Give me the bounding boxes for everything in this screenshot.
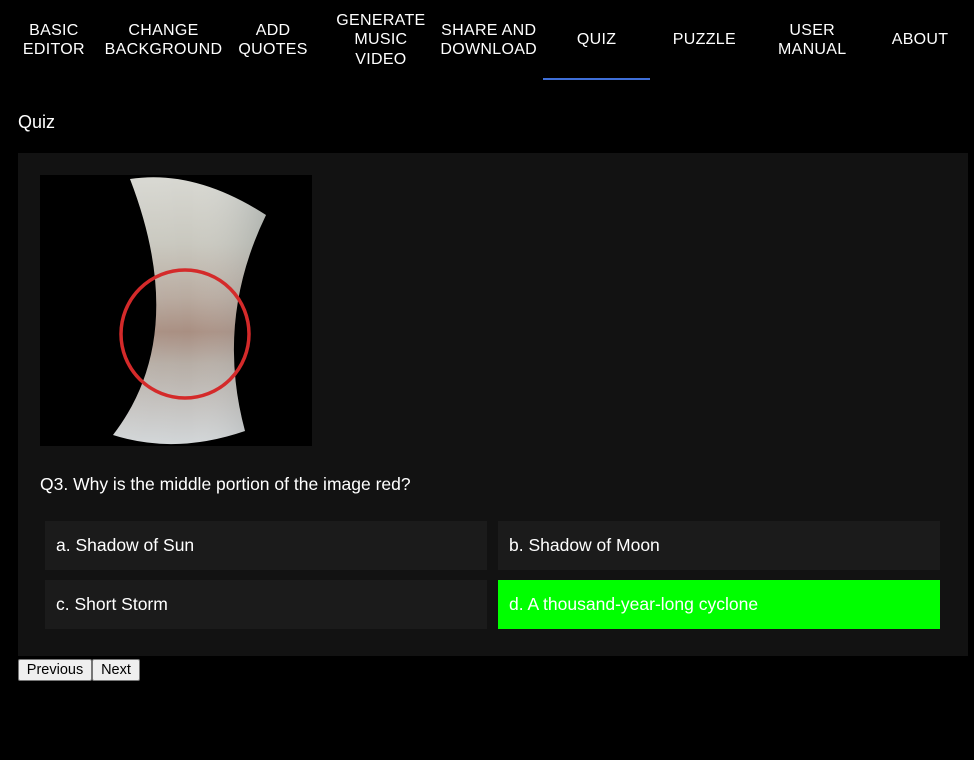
tab-puzzle[interactable]: PUZZLE [650, 0, 758, 80]
page-title: Quiz [18, 112, 56, 132]
tab-user-manual[interactable]: USER MANUAL [758, 0, 866, 80]
tab-about[interactable]: ABOUT [866, 0, 974, 80]
previous-button[interactable]: Previous [18, 659, 92, 681]
option-a[interactable]: a. Shadow of Sun [45, 521, 487, 570]
tab-change-background[interactable]: CHANGE BACKGROUND [105, 0, 222, 80]
option-d[interactable]: d. A thousand-year-long cyclone [498, 580, 940, 629]
quiz-image [40, 175, 312, 446]
option-c[interactable]: c. Short Storm [45, 580, 487, 629]
tab-quiz[interactable]: QUIZ [542, 0, 651, 80]
tab-share-and-download[interactable]: SHARE AND DOWNLOAD [435, 0, 543, 80]
quiz-card: Q3. Why is the middle portion of the ima… [18, 153, 968, 656]
tab-basic-editor[interactable]: BASIC EDITOR [0, 0, 108, 80]
planet-band-image [113, 177, 266, 445]
top-nav: BASIC EDITOR CHANGE BACKGROUND ADD QUOTE… [0, 0, 974, 80]
question-text: Q3. Why is the middle portion of the ima… [40, 474, 411, 494]
tab-add-quotes[interactable]: ADD QUOTES [219, 0, 327, 80]
option-b[interactable]: b. Shadow of Moon [498, 521, 940, 570]
next-button[interactable]: Next [92, 659, 140, 681]
tab-generate-music-video[interactable]: GENERATE MUSIC VIDEO [327, 0, 435, 80]
